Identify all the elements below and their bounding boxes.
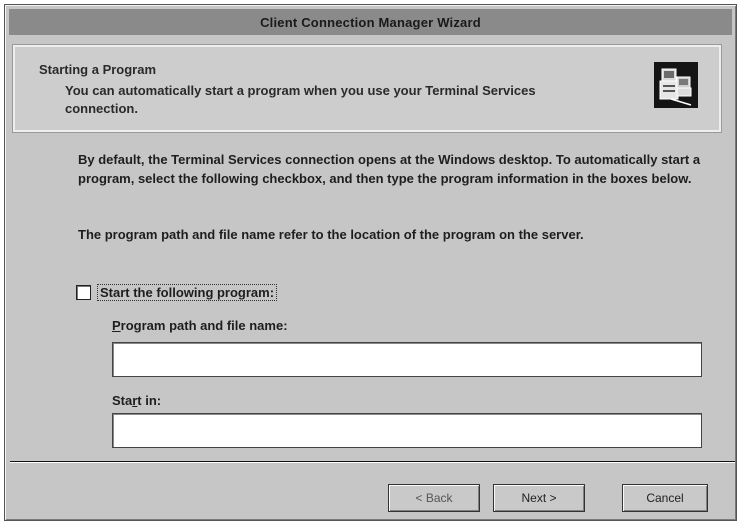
start-in-label: Start in: (112, 393, 161, 408)
program-path-label-text: rogram path and file name: (120, 318, 288, 333)
title-bar[interactable]: Client Connection Manager Wizard (9, 9, 732, 35)
header-title: Starting a Program (39, 62, 157, 77)
window-title: Client Connection Manager Wizard (260, 14, 481, 30)
cancel-button[interactable]: Cancel (622, 484, 708, 512)
start-in-input[interactable] (112, 413, 702, 448)
header-subtitle: You can automatically start a program wh… (65, 83, 536, 116)
back-button[interactable]: < Back (388, 484, 480, 512)
button-separator (10, 461, 735, 463)
start-program-checkbox[interactable] (76, 285, 91, 300)
start-program-checkbox-row[interactable]: Start the following program: (76, 284, 278, 301)
next-button[interactable]: Next > (493, 484, 585, 512)
path-note-paragraph: The program path and file name refer to … (78, 227, 584, 242)
start-in-label-pre: Sta (112, 393, 133, 408)
program-path-label: Program path and file name: (112, 318, 288, 333)
description-paragraph: By default, the Terminal Services connec… (78, 152, 701, 186)
computer-program-icon (653, 61, 699, 109)
program-path-label-mnemonic: P (112, 318, 121, 333)
start-program-checkbox-label[interactable]: Start the following program: (97, 284, 278, 301)
program-path-input[interactable] (112, 342, 702, 377)
start-in-label-rest: t in: (137, 393, 162, 408)
wizard-header-panel: Starting a Program You can automatically… (13, 45, 721, 132)
